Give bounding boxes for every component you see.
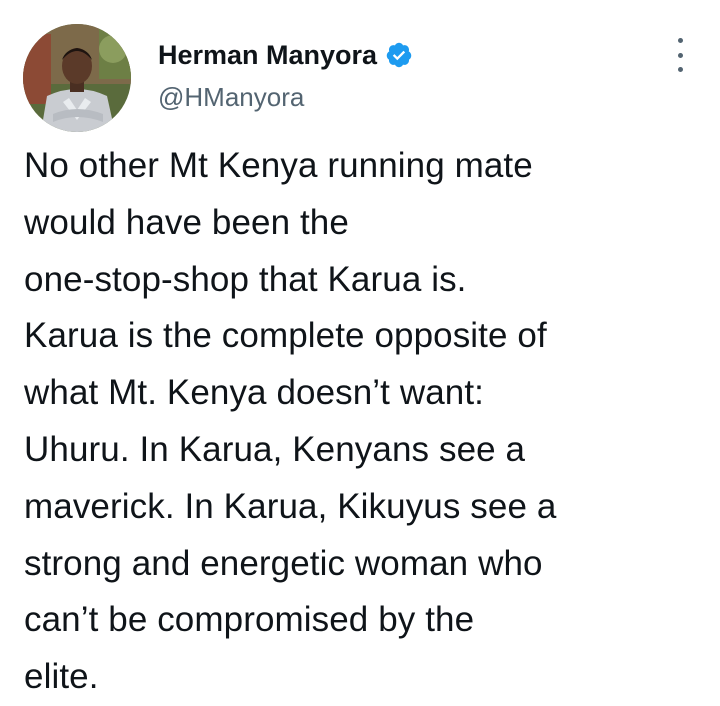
tweet: Herman Manyora @HManyora No other Mt Ken…	[0, 0, 720, 703]
tweet-text: No other Mt Kenya running mate would hav…	[24, 146, 557, 697]
verified-badge-icon	[385, 41, 413, 69]
avatar-image	[23, 24, 131, 132]
user-handle[interactable]: @HManyora	[158, 82, 640, 112]
more-options-button[interactable]	[664, 38, 696, 72]
more-options-icon-dot	[677, 67, 683, 72]
more-options-icon-dot	[677, 52, 683, 58]
tweet-header: Herman Manyora @HManyora	[158, 38, 640, 112]
more-options-icon	[677, 38, 683, 43]
display-name[interactable]: Herman Manyora	[158, 38, 377, 72]
name-row: Herman Manyora	[158, 38, 640, 72]
avatar[interactable]	[23, 24, 131, 132]
